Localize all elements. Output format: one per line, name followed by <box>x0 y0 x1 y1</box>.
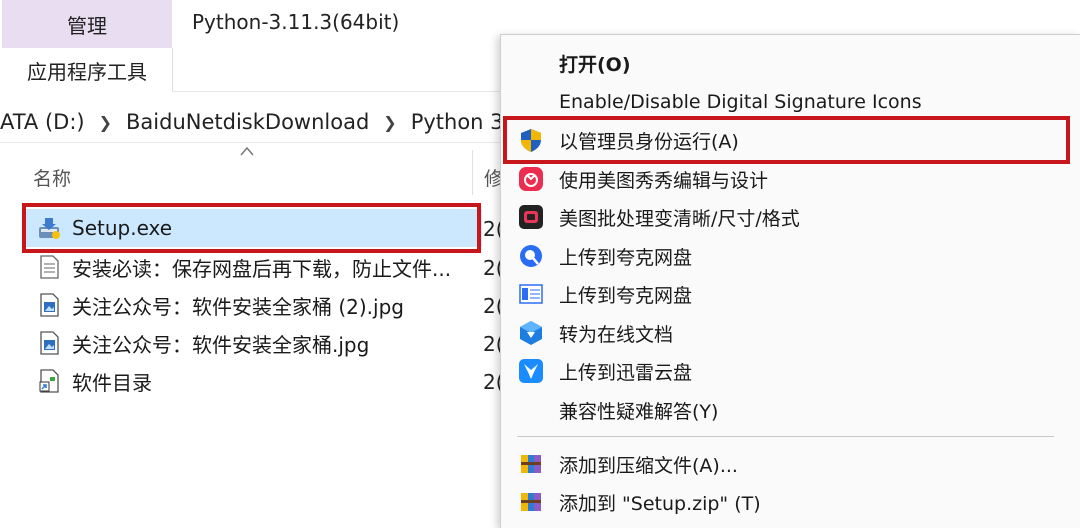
menu-item-label: 使用美图秀秀编辑与设计 <box>559 169 769 192</box>
image-file-icon <box>40 331 59 355</box>
menu-item-digital-signature[interactable]: Enable/Disable Digital Signature Icons <box>501 83 1080 121</box>
meitu-xiuxiu-icon <box>519 167 543 191</box>
chevron-right-icon[interactable]: ❯ <box>383 113 396 132</box>
menu-item-label: 上传到夸克网盘 <box>559 284 693 307</box>
menu-item-add-to-archive[interactable]: 添加到压缩文件(A)... <box>501 445 1080 483</box>
menu-item-label: 打开(O) <box>559 53 631 76</box>
sort-ascending-icon <box>240 146 254 156</box>
menu-item-open[interactable]: 打开(O) <box>501 44 1080 82</box>
menu-item-thunder-upload[interactable]: 上传到迅雷云盘 <box>501 352 1080 390</box>
file-name: 安装必读：保存网盘后再下载，防止文件... <box>72 256 452 281</box>
file-row-readme[interactable]: 安装必读：保存网盘后再下载，防止文件... <box>22 248 482 286</box>
menu-item-label: 以管理员身份运行(A) <box>559 130 739 153</box>
menu-item-label: 添加到 "Setup.zip" (T) <box>559 492 761 515</box>
menu-item-add-to-setup-zip[interactable]: 添加到 "Setup.zip" (T) <box>501 483 1080 521</box>
winrar-icon <box>521 493 541 511</box>
breadcrumb-drive[interactable]: ATA (D:) <box>0 110 85 134</box>
ribbon-group-app-tools[interactable]: 应用程序工具 <box>2 48 173 92</box>
online-doc-icon <box>520 321 542 345</box>
menu-item-compatibility[interactable]: 兼容性疑难解答(Y) <box>501 391 1080 429</box>
text-file-icon <box>40 255 59 279</box>
quark-icon <box>520 245 542 267</box>
shortcut-file-icon <box>39 369 59 393</box>
python-installer-icon <box>39 218 60 239</box>
image-file-icon <box>40 293 59 317</box>
file-name: 关注公众号：软件安装全家桶 (2).jpg <box>72 294 404 319</box>
menu-item-quark-upload-2[interactable]: 上传到夸克网盘 <box>501 275 1080 313</box>
thunder-icon <box>519 359 543 383</box>
file-row-software-catalog[interactable]: 软件目录 <box>22 362 482 400</box>
file-row-image[interactable]: 关注公众号：软件安装全家桶.jpg <box>22 324 482 362</box>
breadcrumb: ATA (D:) ❯ BaiduNetdiskDownload ❯ Python… <box>0 104 524 140</box>
chevron-right-icon[interactable]: ❯ <box>99 113 112 132</box>
winrar-icon <box>521 455 541 473</box>
menu-item-online-doc[interactable]: 转为在线文档 <box>501 314 1080 352</box>
file-name: 关注公众号：软件安装全家桶.jpg <box>72 332 370 357</box>
menu-item-label: 上传到迅雷云盘 <box>559 361 693 384</box>
meitu-batch-icon <box>519 205 543 229</box>
menu-separator <box>517 436 1054 437</box>
column-header-name[interactable]: 名称 <box>33 164 71 191</box>
menu-item-label: 转为在线文档 <box>559 323 674 346</box>
menu-item-run-as-admin[interactable]: 以管理员身份运行(A) <box>501 121 1080 159</box>
file-name: 软件目录 <box>72 370 152 395</box>
column-divider[interactable] <box>472 150 473 195</box>
window-title: Python-3.11.3(64bit) <box>192 10 400 34</box>
file-row-setup-exe[interactable]: Setup.exe <box>22 209 482 247</box>
menu-item-quark-upload[interactable]: 上传到夸克网盘 <box>501 237 1080 275</box>
uac-shield-icon <box>521 129 541 152</box>
breadcrumb-folder[interactable]: BaiduNetdiskDownload <box>126 110 369 134</box>
menu-item-meitu-batch[interactable]: 美图批处理变清晰/尺寸/格式 <box>501 198 1080 236</box>
menu-item-label: 美图批处理变清晰/尺寸/格式 <box>559 207 800 230</box>
file-name: Setup.exe <box>72 216 173 240</box>
context-menu: 打开(O) Enable/Disable Digital Signature I… <box>500 34 1080 528</box>
menu-item-label: 上传到夸克网盘 <box>559 246 693 269</box>
menu-item-meitu-edit[interactable]: 使用美图秀秀编辑与设计 <box>501 160 1080 198</box>
menu-item-label: 添加到压缩文件(A)... <box>559 454 738 477</box>
file-row-image-2[interactable]: 关注公众号：软件安装全家桶 (2).jpg <box>22 286 482 324</box>
menu-item-label: Enable/Disable Digital Signature Icons <box>559 91 922 113</box>
ribbon-tab-manage[interactable]: 管理 <box>2 0 172 48</box>
menu-item-label: 兼容性疑难解答(Y) <box>559 400 719 423</box>
quark-window-icon <box>519 284 543 304</box>
